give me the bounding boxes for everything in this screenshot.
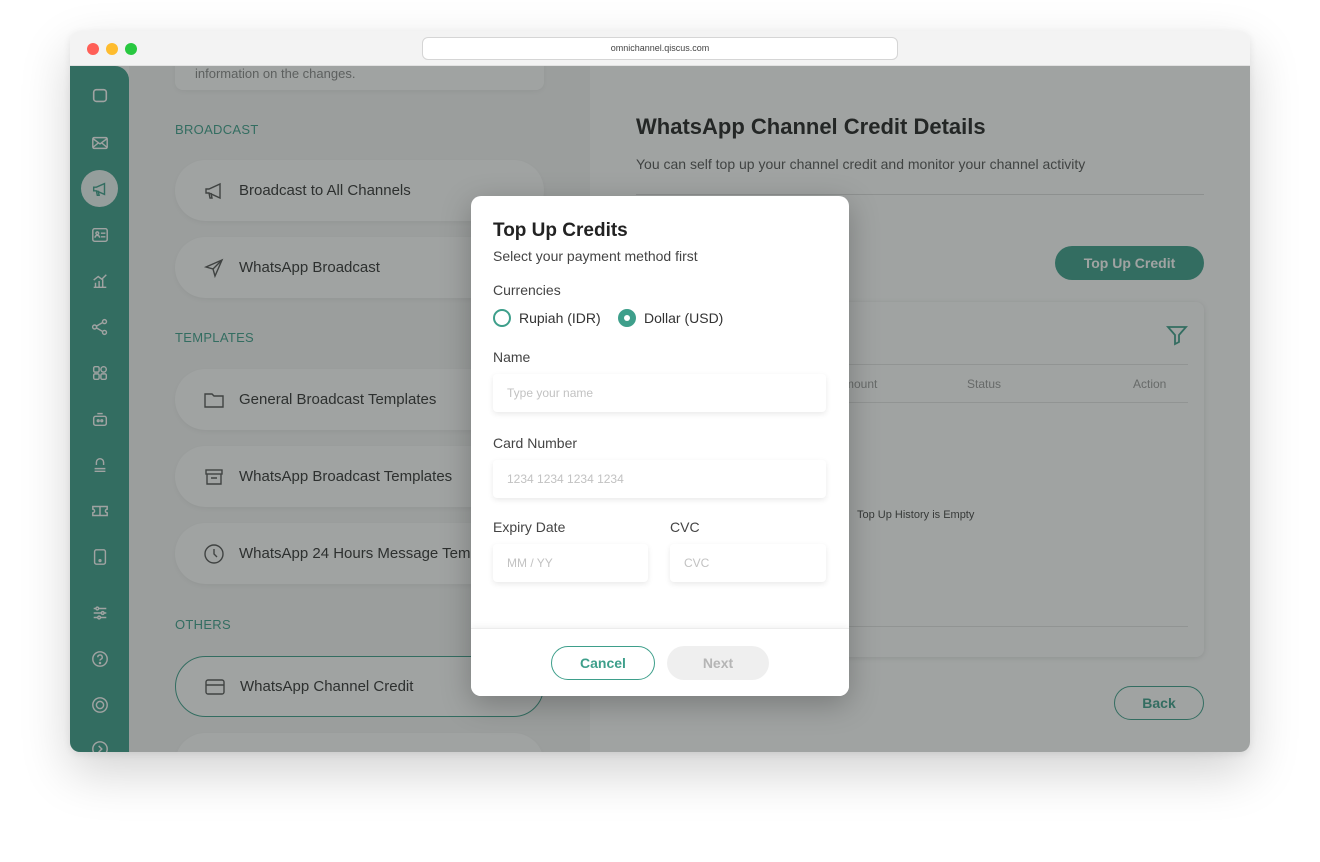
expiry-date-input[interactable] xyxy=(493,544,648,582)
close-window-icon[interactable] xyxy=(87,43,99,55)
currency-option-usd[interactable]: Dollar (USD) xyxy=(618,309,723,327)
radio-label: Dollar (USD) xyxy=(644,310,724,326)
next-button[interactable]: Next xyxy=(667,646,769,680)
card-number-input[interactable] xyxy=(493,460,826,498)
modal-title: Top Up Credits xyxy=(493,220,628,241)
name-input[interactable] xyxy=(493,374,826,412)
currency-option-idr[interactable]: Rupiah (IDR) xyxy=(493,309,601,327)
address-bar[interactable]: omnichannel.qiscus.com xyxy=(422,37,898,60)
browser-window: omnichannel.qiscus.com information on th… xyxy=(70,31,1250,752)
radio-button-selected[interactable] xyxy=(618,309,636,327)
card-number-label: Card Number xyxy=(493,435,578,451)
maximize-window-icon[interactable] xyxy=(125,43,137,55)
radio-button[interactable] xyxy=(493,309,511,327)
name-label: Name xyxy=(493,349,531,365)
modal-subtitle: Select your payment method first xyxy=(493,248,698,264)
app-content: information on the changes. BROADCAST Br… xyxy=(70,66,1250,752)
currencies-label: Currencies xyxy=(493,282,561,298)
radio-label: Rupiah (IDR) xyxy=(519,310,601,326)
cvc-input[interactable] xyxy=(670,544,826,582)
top-up-credits-modal: Top Up Credits Select your payment metho… xyxy=(471,196,849,696)
minimize-window-icon[interactable] xyxy=(106,43,118,55)
modal-footer: Cancel Next xyxy=(471,628,849,696)
cvc-label: CVC xyxy=(670,519,700,535)
cancel-button[interactable]: Cancel xyxy=(551,646,655,680)
expiry-date-label: Expiry Date xyxy=(493,519,566,535)
browser-titlebar: omnichannel.qiscus.com xyxy=(70,31,1250,66)
